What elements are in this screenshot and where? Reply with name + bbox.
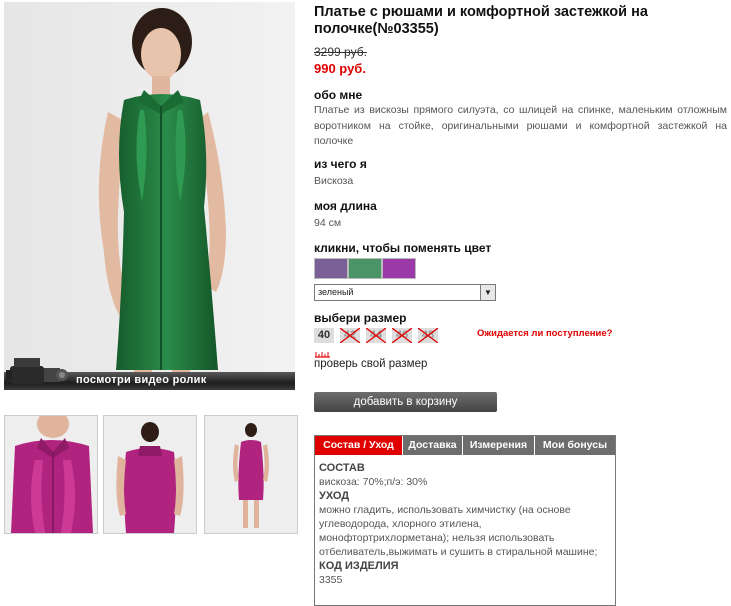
- color-heading: кликни, чтобы поменять цвет: [314, 241, 492, 255]
- thumbnail-front-closeup[interactable]: [4, 415, 98, 534]
- about-heading: обо мне: [314, 88, 363, 102]
- sale-price: 990 руб.: [314, 61, 366, 76]
- color-swatch-green[interactable]: [348, 258, 382, 279]
- length-heading: моя длина: [314, 199, 377, 213]
- unavailable-cross-icon: [366, 328, 386, 343]
- product-title: Платье с рюшами и комфортной застежкой н…: [314, 4, 648, 37]
- tab-delivery[interactable]: Доставка: [403, 436, 463, 455]
- color-swatch-purple[interactable]: [314, 258, 348, 279]
- size-option-46: 46: [392, 328, 412, 343]
- color-select[interactable]: зеленый ▼: [314, 284, 496, 301]
- check-size-link[interactable]: проверь свой размер: [314, 358, 427, 370]
- color-swatch-magenta[interactable]: [382, 258, 416, 279]
- tab-content: СОСТАВ вискоза: 70%;п/э: 30% УХОД можно …: [319, 461, 609, 587]
- length-text: 94 см: [314, 217, 342, 229]
- chevron-down-icon[interactable]: ▼: [480, 285, 495, 300]
- unavailable-cross-icon: [340, 328, 360, 343]
- composition-text: вискоза: 70%;п/э: 30%: [319, 476, 428, 488]
- video-label[interactable]: посмотри видео ролик: [76, 374, 207, 386]
- care-text: можно гладить, использовать химчистку (н…: [319, 504, 598, 558]
- size-option-44: 44: [366, 328, 386, 343]
- size-option-48: 48: [418, 328, 438, 343]
- tab-bonuses[interactable]: Мои бонусы: [535, 436, 615, 455]
- video-camera-icon[interactable]: [4, 350, 70, 390]
- material-heading: из чего я: [314, 157, 367, 171]
- size-option-42: 42: [340, 328, 360, 343]
- care-heading: УХОД: [319, 490, 350, 502]
- about-text: Платье из вискозы прямого силуэта, со шл…: [314, 104, 727, 147]
- thumbnail-full-length[interactable]: [204, 415, 298, 534]
- add-to-cart-button[interactable]: добавить в корзину: [314, 392, 497, 412]
- tab-measurements[interactable]: Измерения: [463, 436, 535, 455]
- composition-heading: СОСТАВ: [319, 462, 365, 474]
- unavailable-cross-icon: [392, 328, 412, 343]
- info-tabs: Состав / Уход Доставка Измерения Мои бон…: [314, 435, 616, 606]
- thumbnail-back[interactable]: [103, 415, 197, 534]
- old-price: 3299 руб.: [314, 45, 367, 59]
- size-option-40[interactable]: 40: [314, 328, 334, 343]
- size-heading: выбери размер: [314, 311, 407, 325]
- availability-link[interactable]: Ожидается ли поступление?: [477, 328, 612, 339]
- tab-composition-care[interactable]: Состав / Уход: [315, 436, 403, 455]
- unavailable-cross-icon: [418, 328, 438, 343]
- color-select-value: зеленый: [318, 287, 354, 297]
- code-heading: КОД ИЗДЕЛИЯ: [319, 560, 399, 572]
- code-text: 3355: [319, 574, 343, 586]
- material-text: Вискоза: [314, 175, 354, 187]
- main-product-photo[interactable]: [4, 2, 295, 390]
